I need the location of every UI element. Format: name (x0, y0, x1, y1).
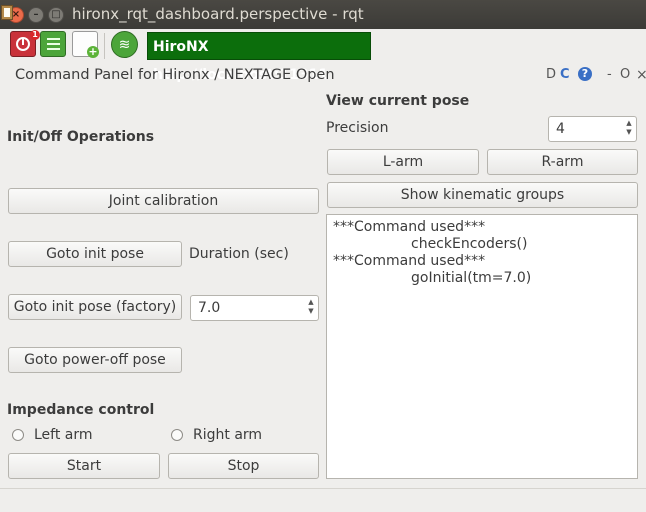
output-line: ***Command used*** (333, 253, 486, 269)
left-arm-radio[interactable] (12, 429, 24, 441)
impedance-heading: Impedance control (7, 402, 155, 418)
close-plugin-button[interactable]: O (620, 67, 630, 82)
toolbar-separator (104, 33, 105, 59)
duration-label: Duration (sec) (189, 246, 289, 262)
show-kinematic-groups-button[interactable]: Show kinematic groups (327, 182, 638, 208)
precision-label: Precision (326, 120, 389, 136)
duration-value: 7.0 (198, 300, 221, 316)
stepper-down-icon[interactable]: ▼ (624, 128, 634, 137)
precision-stepper[interactable]: 4 ▲ ▼ (548, 116, 637, 142)
goto-init-pose-factory-button[interactable]: Goto init pose (factory) (8, 294, 182, 320)
maximize-window-button[interactable]: □ (48, 7, 64, 23)
right-arm-label: Right arm (193, 427, 263, 443)
stepper-up-icon[interactable]: ▲ (624, 119, 634, 128)
ros-master-label: HiroNX http://localhost:11311 (147, 32, 371, 83)
left-arm-label: Left arm (34, 427, 93, 443)
l-arm-button[interactable]: L-arm (327, 149, 479, 175)
dock-d-button[interactable]: D (546, 67, 556, 82)
command-output-textarea[interactable]: ***Command used*** checkEncoders() ***Co… (326, 214, 638, 479)
wifi-icon[interactable]: ≋ (111, 31, 138, 58)
init-off-heading: Init/Off Operations (7, 129, 155, 145)
output-line: ***Command used*** (333, 219, 486, 235)
window-title: hironx_rqt_dashboard.perspective - rqt (72, 5, 364, 23)
diagnostics-badge: 1 (30, 30, 40, 40)
plugin-title: Command Panel for Hironx / NEXTAGE Open (15, 67, 335, 83)
stepper-up-icon[interactable]: ▲ (306, 298, 316, 307)
reload-icon[interactable]: C (560, 67, 570, 82)
view-current-pose-heading: View current pose (326, 93, 470, 109)
r-arm-button[interactable]: R-arm (487, 149, 638, 175)
new-document-icon[interactable]: + (72, 31, 99, 58)
duration-stepper[interactable]: 7.0 ▲ ▼ (190, 295, 319, 321)
minimize-plugin-button[interactable]: - (607, 67, 612, 82)
log-icon[interactable] (40, 31, 66, 57)
impedance-start-button[interactable]: Start (8, 453, 160, 479)
goto-power-off-pose-button[interactable]: Goto power-off pose (8, 347, 182, 373)
impedance-stop-button[interactable]: Stop (168, 453, 319, 479)
clipboard-icon (1, 5, 13, 20)
output-line: goInitial(tm=7.0) (411, 270, 532, 286)
minimize-window-button[interactable]: – (28, 7, 44, 23)
minimize-icon: – (33, 9, 39, 20)
output-line: checkEncoders() (411, 236, 528, 252)
goto-init-pose-button[interactable]: Goto init pose (8, 241, 182, 267)
help-icon[interactable]: ? (578, 67, 592, 81)
close-icon: × (11, 9, 21, 20)
plus-icon: + (87, 45, 99, 58)
stepper-down-icon[interactable]: ▼ (306, 307, 316, 316)
window-titlebar: × – □ hironx_rqt_dashboard.perspective -… (0, 0, 646, 29)
status-bar (0, 488, 646, 512)
maximize-icon: □ (51, 9, 61, 20)
right-arm-radio[interactable] (171, 429, 183, 441)
close-icon[interactable]: × (636, 67, 646, 83)
joint-calibration-button[interactable]: Joint calibration (8, 188, 319, 214)
precision-value: 4 (556, 121, 565, 137)
